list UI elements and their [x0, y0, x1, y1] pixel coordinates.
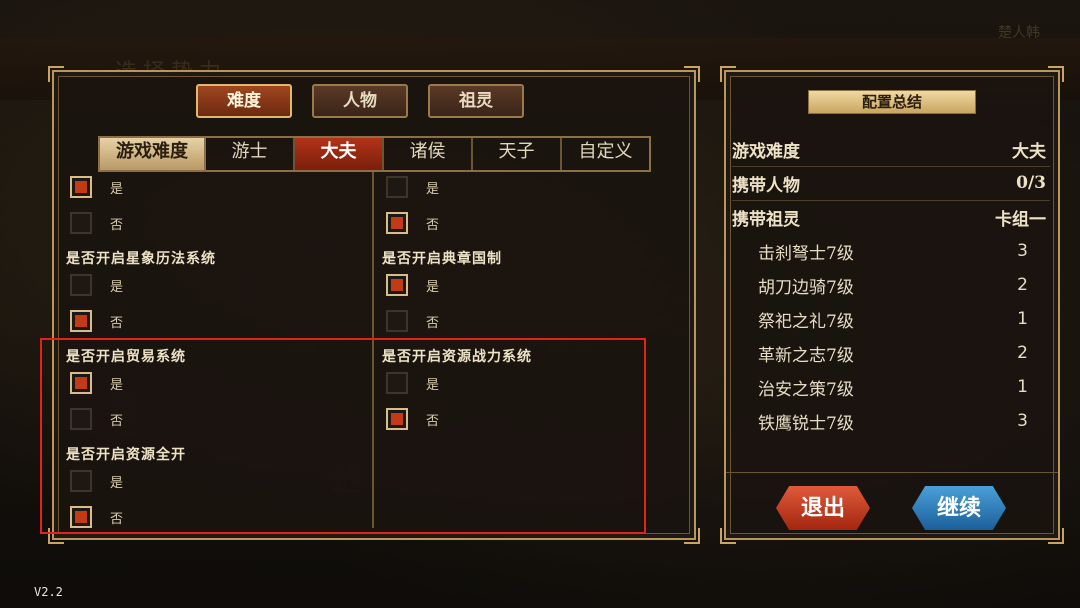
- tab-difficulty[interactable]: 难度: [196, 84, 292, 118]
- option-astro-no[interactable]: 否: [70, 310, 123, 332]
- difficulty-option-daifu[interactable]: 大夫: [295, 138, 384, 170]
- option-statute-no[interactable]: 否: [386, 310, 439, 332]
- summary-panel: 配置总结 游戏难度 大夫 携带人物 0/3 携带祖灵 卡组一 击刹弩士7级 3 …: [720, 66, 1064, 544]
- checkbox[interactable]: [70, 274, 92, 296]
- option-astro-yes[interactable]: 是: [70, 274, 123, 296]
- checkbox[interactable]: [70, 176, 92, 198]
- checkbox[interactable]: [386, 176, 408, 198]
- settings-tabs: 难度 人物 祖灵: [196, 84, 524, 118]
- summary-row-ancestors: 携带祖灵 卡组一: [732, 209, 1046, 230]
- difficulty-option-custom[interactable]: 自定义: [562, 138, 649, 170]
- option-r-first-no[interactable]: 否: [386, 212, 439, 234]
- option-first-no[interactable]: 否: [70, 212, 123, 234]
- tab-characters[interactable]: 人物: [312, 84, 408, 118]
- checkbox[interactable]: [386, 310, 408, 332]
- option-first-yes[interactable]: 是: [70, 176, 123, 198]
- summary-row-difficulty: 游戏难度 大夫: [732, 132, 1050, 167]
- difficulty-option-zhuhou[interactable]: 诸侯: [384, 138, 473, 170]
- continue-button[interactable]: 继续: [912, 486, 1006, 530]
- checkbox[interactable]: [386, 274, 408, 296]
- card-row: 治安之策7级 1: [758, 377, 1028, 400]
- tab-ancestors[interactable]: 祖灵: [428, 84, 524, 118]
- card-row: 铁鹰锐士7级 3: [758, 411, 1028, 434]
- difficulty-option-youshi[interactable]: 游士: [206, 138, 295, 170]
- checkbox[interactable]: [70, 310, 92, 332]
- option-r-first-yes[interactable]: 是: [386, 176, 439, 198]
- checkbox[interactable]: [70, 212, 92, 234]
- difficulty-option-tianzi[interactable]: 天子: [473, 138, 562, 170]
- question-astro: 是否开启星象历法系统: [66, 251, 216, 267]
- summary-row-characters: 携带人物 0/3: [732, 166, 1050, 201]
- button-divider: [726, 472, 1058, 473]
- checkbox[interactable]: [386, 212, 408, 234]
- card-row: 胡刀边骑7级 2: [758, 275, 1028, 298]
- difficulty-label: 游戏难度: [100, 138, 206, 170]
- question-statute: 是否开启典章国制: [382, 251, 502, 267]
- version-label: V2.2: [34, 585, 63, 599]
- summary-title: 配置总结: [808, 90, 976, 114]
- exit-button[interactable]: 退出: [776, 486, 870, 530]
- difficulty-selector: 游戏难度 游士 大夫 诸侯 天子 自定义: [98, 136, 651, 172]
- card-row: 击刹弩士7级 3: [758, 241, 1028, 264]
- card-row: 革新之志7级 2: [758, 343, 1028, 366]
- option-statute-yes[interactable]: 是: [386, 274, 439, 296]
- card-row: 祭祀之礼7级 1: [758, 309, 1028, 332]
- highlight-box: [40, 338, 646, 534]
